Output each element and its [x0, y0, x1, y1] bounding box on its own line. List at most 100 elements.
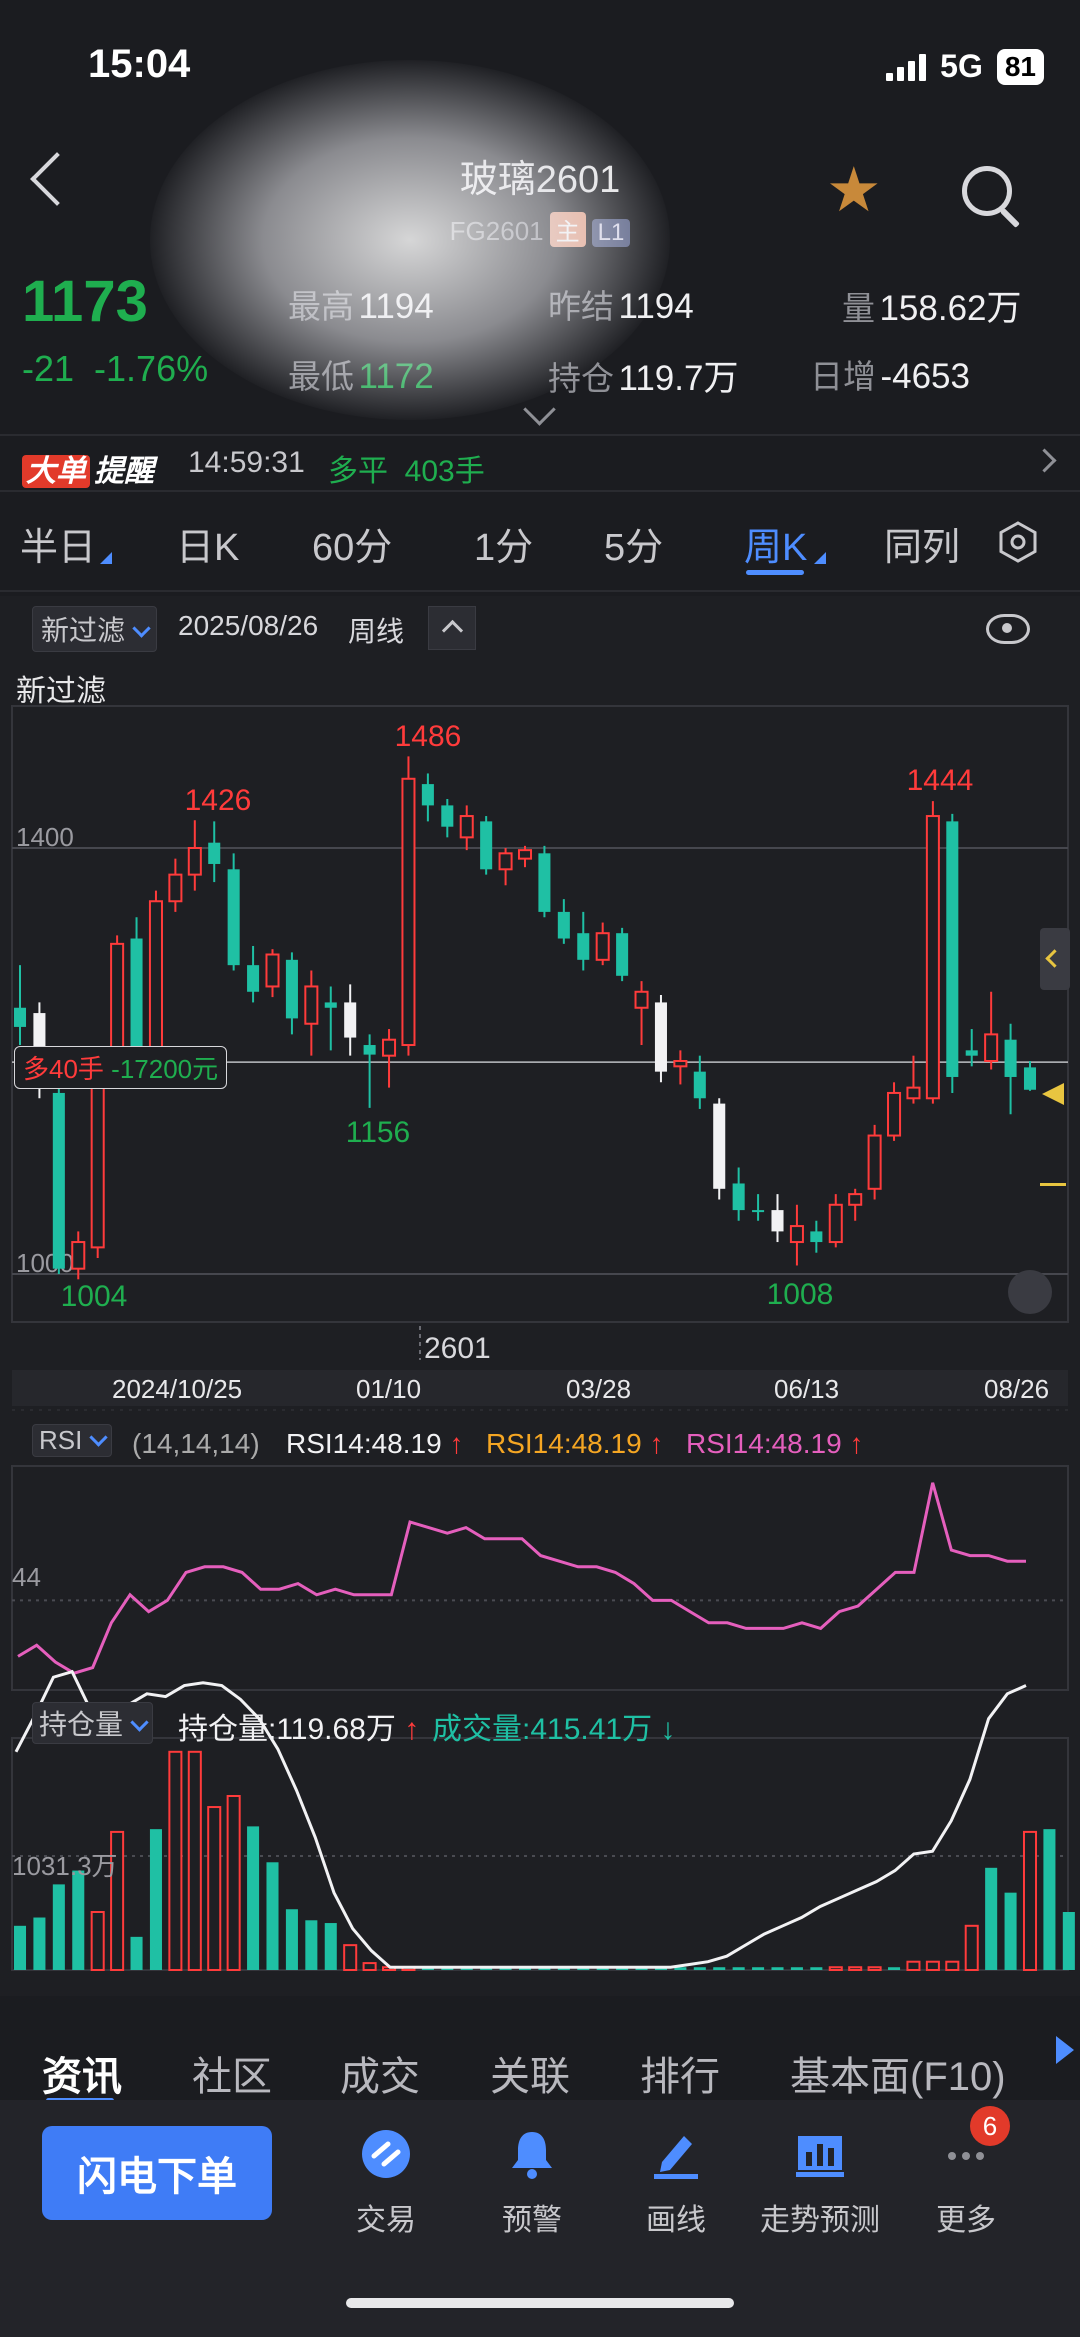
position-marker[interactable]: 多40手 -17200元 [14, 1046, 228, 1089]
candle-body [906, 1086, 921, 1100]
price-tick-label: 1000 [16, 1248, 74, 1278]
tab-related[interactable]: 关联 [490, 2044, 570, 2102]
candle-body [324, 1002, 337, 1008]
network-type: 5G [940, 48, 983, 84]
candle-body [713, 1103, 726, 1189]
volume-bar [52, 1884, 65, 1970]
fullscreen-icon[interactable] [1008, 1270, 1052, 1314]
candle-body [401, 777, 416, 1047]
volume-bar [771, 1967, 784, 1970]
tab-60min[interactable]: 60分 [312, 516, 392, 571]
tab-half-day[interactable]: 半日 [20, 516, 96, 571]
volume-bar [266, 1862, 279, 1970]
nav-draw[interactable]: 画线 [606, 2126, 746, 2239]
tab-compare[interactable]: 同列 [884, 516, 960, 571]
volume-bar [33, 1917, 46, 1970]
volume-bar [1043, 1829, 1056, 1970]
price-annotation: 1156 [346, 1116, 411, 1149]
candle-body [810, 1231, 823, 1243]
kline-frame [11, 705, 1069, 1323]
bell-icon [512, 2132, 552, 2179]
volume-bar [888, 1967, 901, 1970]
contract-title: 玻璃2601 [459, 159, 621, 201]
candle-body [498, 852, 513, 871]
price-annotation: 1004 [61, 1280, 128, 1313]
volume-bar [732, 1967, 745, 1970]
candle-body [71, 1241, 86, 1270]
candle-body [130, 938, 143, 1056]
tab-news[interactable]: 资讯 [42, 2044, 122, 2102]
divider [0, 434, 1080, 436]
nav-trade[interactable]: 交易 [316, 2126, 456, 2239]
tab-1min[interactable]: 1分 [474, 516, 533, 571]
volume-bar [848, 1966, 863, 1971]
oi-dropdown[interactable]: 持仓量 [32, 1702, 154, 1744]
candle-body [480, 821, 493, 870]
candle-body [984, 1033, 999, 1062]
candle-body [595, 932, 610, 961]
tabs-scroll-right-icon[interactable] [1056, 2036, 1074, 2064]
candle-body [946, 821, 959, 1077]
tab-fundamentals[interactable]: 基本面(F10) [790, 2044, 1006, 2102]
candle-body [363, 1045, 376, 1055]
star-icon[interactable]: ★ [826, 160, 882, 222]
nav-forecast[interactable]: 走势预测 [750, 2126, 890, 2239]
notification-badge: 6 [970, 2106, 1010, 2146]
search-icon[interactable] [962, 166, 1012, 216]
main-contract-tag: 主 [549, 212, 586, 247]
x-tick-label: 01/10 [356, 1374, 422, 1404]
candle-body [693, 1071, 706, 1099]
volume-bar [247, 1826, 260, 1970]
status-time: 15:04 [88, 42, 191, 86]
candle-body [421, 784, 434, 806]
flash-order-button[interactable]: 闪电下单 [42, 2126, 272, 2220]
nav-alert[interactable]: 预警 [462, 2126, 602, 2239]
candle-body [848, 1193, 863, 1206]
volume-bar [13, 1925, 27, 1970]
candle-body [208, 842, 221, 864]
volume-bar [713, 1967, 726, 1970]
settings-hex-icon[interactable] [996, 520, 1040, 564]
candle-body [577, 933, 590, 960]
current-price-pointer [1042, 1083, 1064, 1105]
big-order-alert[interactable] [0, 434, 1080, 490]
rsi-dropdown[interactable]: RSI [32, 1424, 113, 1457]
volume-bar [343, 1944, 358, 1971]
volume-bar [285, 1909, 298, 1970]
alert-time: 14:59:31 [188, 446, 305, 479]
tab-5min[interactable]: 5分 [604, 516, 663, 571]
volume-bar [207, 1806, 222, 1971]
candle-body [771, 1210, 784, 1232]
candle-body [887, 1091, 902, 1137]
level-marker [1040, 1183, 1066, 1186]
price-change: -21 -1.76% [22, 348, 208, 390]
volume-bar [752, 1967, 765, 1970]
contract-code: FG2601 [449, 216, 544, 246]
candle-body [965, 1050, 978, 1056]
volume-bar [130, 1936, 143, 1970]
volume-bar [168, 1750, 183, 1972]
volume-bar [985, 1867, 998, 1970]
candle-body [789, 1225, 804, 1244]
volume-bar [324, 1923, 337, 1970]
candle-body [673, 1060, 688, 1068]
tab-ranking[interactable]: 排行 [640, 2044, 720, 2102]
candle-body [459, 815, 474, 839]
change-pct: -1.76% [94, 348, 209, 389]
candle-body [247, 965, 260, 992]
volume-bar [362, 1962, 377, 1971]
tab-community[interactable]: 社区 [192, 2044, 272, 2102]
kline-chart[interactable]: 1400 1000 1426 1486 1444 1004 1156 1008 [0, 596, 1080, 1996]
rsi-frame [11, 1465, 1069, 1691]
tab-trades[interactable]: 成交 [340, 2044, 420, 2102]
tab-daily-k[interactable]: 日K [176, 516, 239, 571]
volume-bar [187, 1750, 202, 1972]
volume-bar [90, 1911, 105, 1971]
candle-body [148, 900, 163, 1057]
candle-body [828, 1203, 843, 1244]
tab-weekly-k[interactable]: 周K [744, 516, 807, 571]
open-interest-stat: 持仓 119.7万 [548, 359, 739, 398]
rsi-axis-label: 44 [12, 1562, 41, 1592]
status-indicators: 5G 81 [886, 48, 1044, 85]
nav-more[interactable]: 更多 [896, 2126, 1036, 2239]
